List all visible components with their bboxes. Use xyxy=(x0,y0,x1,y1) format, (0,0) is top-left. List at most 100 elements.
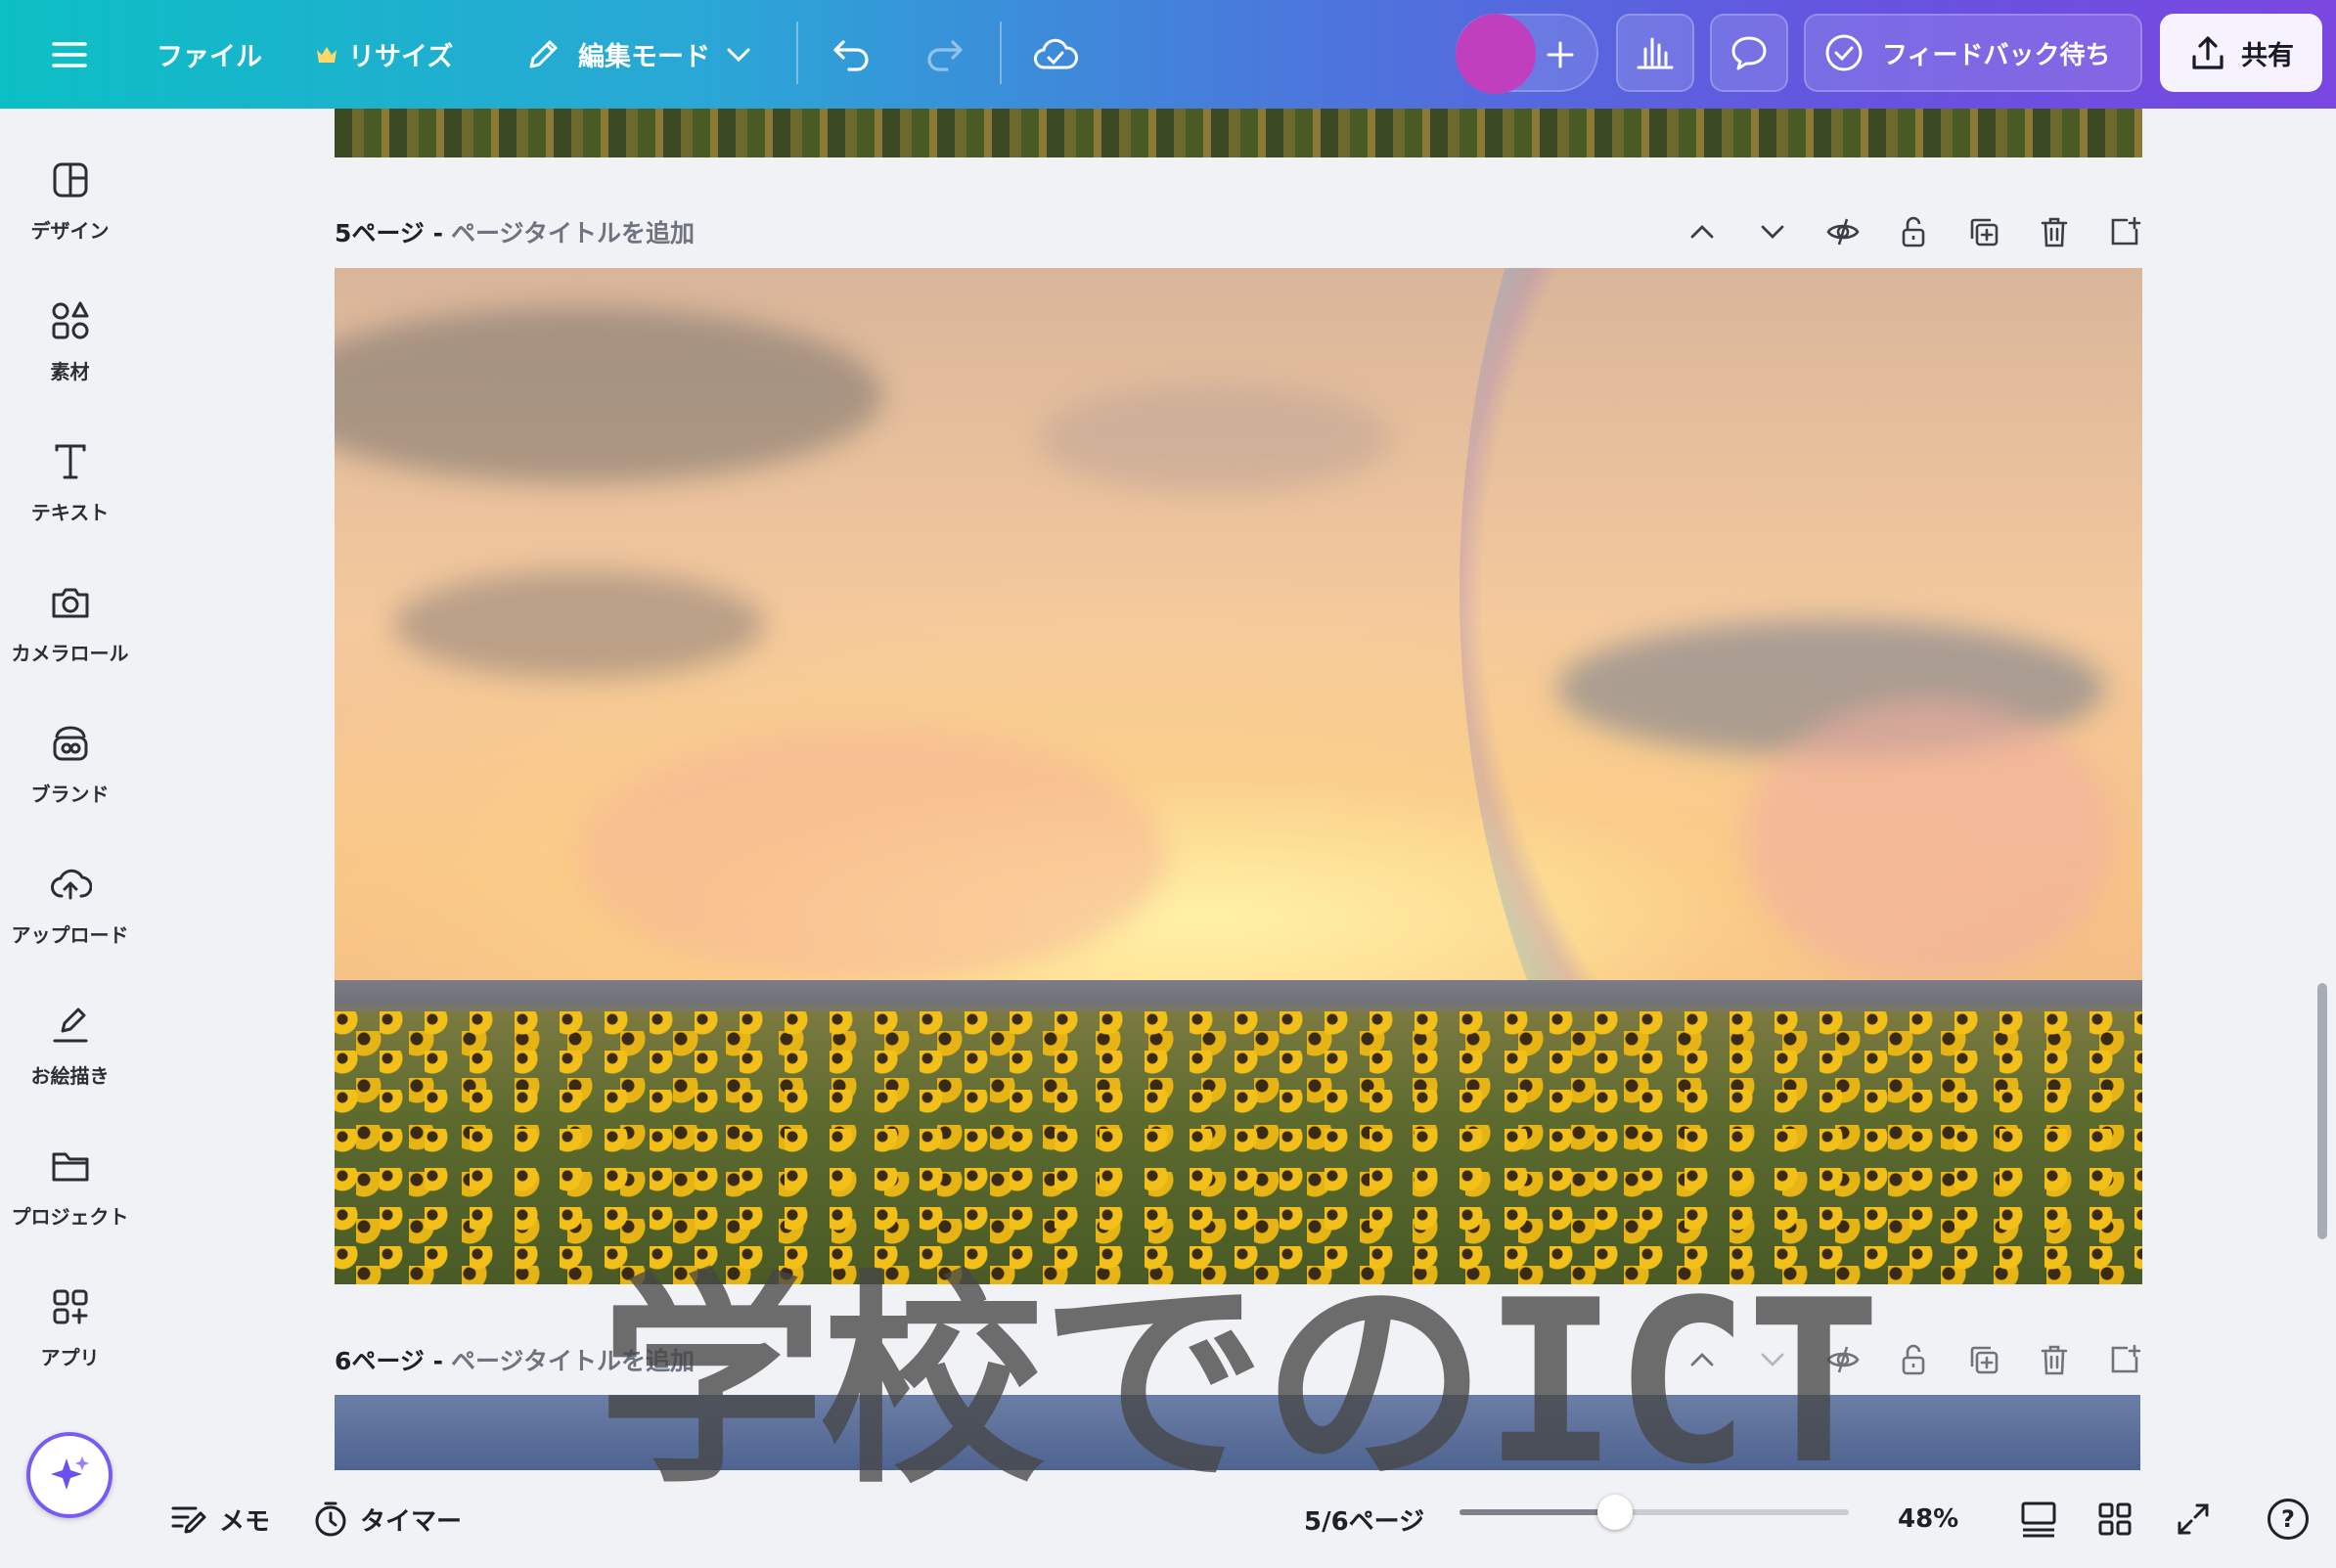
design-icon xyxy=(53,162,87,197)
sidebar-item-label: デザイン xyxy=(30,218,110,243)
sidebar-item-upload[interactable]: アップロード xyxy=(0,841,140,968)
zoom-level-button[interactable]: 48% xyxy=(1898,1470,1958,1568)
notes-button[interactable]: メモ xyxy=(170,1470,270,1568)
hide-eye-icon[interactable] xyxy=(1825,214,1861,249)
notes-icon xyxy=(171,1506,206,1534)
edit-mode-dropdown[interactable]: 編集モード xyxy=(523,0,751,109)
sidebar-item-label: プロジェクト xyxy=(11,1204,129,1229)
cloud xyxy=(1039,385,1391,493)
comment-icon xyxy=(1731,36,1767,70)
fullscreen-button[interactable] xyxy=(2176,1470,2211,1568)
cloud xyxy=(393,571,765,679)
share-upload-icon xyxy=(2192,36,2224,69)
page-number: 5ページ - xyxy=(335,219,443,247)
lock-icon[interactable] xyxy=(1896,1342,1931,1377)
page-4-image-bottom[interactable] xyxy=(335,109,2142,157)
toolbar-divider xyxy=(1000,22,1002,84)
sidebar-item-text[interactable]: テキスト xyxy=(0,419,140,546)
page-toolbar xyxy=(1685,202,2142,261)
add-page-icon[interactable] xyxy=(2107,1342,2142,1377)
sidebar-item-label: アップロード xyxy=(11,922,129,947)
chevron-down-icon[interactable] xyxy=(1755,214,1790,249)
add-page-icon[interactable] xyxy=(2107,214,2142,249)
page-title-input[interactable]: ページタイトルを追加 xyxy=(451,214,695,249)
help-icon: ? xyxy=(2268,1499,2309,1540)
elements-icon xyxy=(52,301,88,338)
vertical-scrollbar[interactable] xyxy=(2317,983,2327,1239)
trash-icon[interactable] xyxy=(2037,214,2072,249)
help-label: ? xyxy=(2281,1505,2295,1533)
page-header-5: 5ページ - ページタイトルを追加 xyxy=(335,202,2142,261)
text-icon xyxy=(55,444,85,478)
timer-icon xyxy=(315,1501,346,1537)
undo-button[interactable] xyxy=(831,0,873,109)
apps-icon xyxy=(53,1289,87,1323)
timer-label: タイマー xyxy=(360,1506,463,1537)
sidebar-item-label: カメラロール xyxy=(11,641,129,665)
avatar[interactable] xyxy=(1456,14,1536,94)
help-button[interactable]: ? xyxy=(2268,1470,2309,1568)
duplicate-icon[interactable] xyxy=(1966,1342,2001,1377)
resize-button[interactable]: リサイズ xyxy=(315,0,453,109)
toolbar-divider xyxy=(796,22,798,84)
pencil-icon xyxy=(529,40,558,67)
undo-icon xyxy=(833,39,869,71)
upload-icon xyxy=(50,869,92,899)
scroll-view-icon xyxy=(2021,1501,2056,1538)
hamburger-icon xyxy=(52,41,87,67)
sidebar-item-design[interactable]: デザイン xyxy=(0,137,140,264)
sidebar-item-draw[interactable]: お絵描き xyxy=(0,982,140,1109)
sidebar-item-label: ブランド xyxy=(30,782,110,806)
page-number: 6ページ - xyxy=(335,1347,443,1375)
redo-button[interactable] xyxy=(923,0,965,109)
magic-assistant-button[interactable] xyxy=(26,1432,112,1518)
watermark-text: 学校でのICT xyxy=(599,1253,1881,1514)
plus-icon xyxy=(1547,41,1574,67)
sidebar-item-label: 素材 xyxy=(50,359,90,383)
duplicate-icon[interactable] xyxy=(1966,214,2001,249)
save-status-button[interactable] xyxy=(1033,0,1078,109)
timer-button[interactable]: タイマー xyxy=(313,1470,462,1568)
sidebar-item-label: テキスト xyxy=(30,500,110,524)
sidebar-item-brand[interactable]: ブランド xyxy=(0,700,140,828)
edit-mode-label: 編集モード xyxy=(578,42,710,72)
expand-icon xyxy=(2178,1503,2209,1535)
feedback-button[interactable]: フィードバック待ち xyxy=(1804,14,2142,92)
sidebar-item-apps[interactable]: アプリ xyxy=(0,1264,140,1391)
chevron-up-icon[interactable] xyxy=(1685,214,1720,249)
folder-icon xyxy=(52,1152,88,1181)
zoom-level-label: 48% xyxy=(1898,1504,1959,1534)
cloud xyxy=(579,728,1166,982)
lock-icon[interactable] xyxy=(1896,214,1931,249)
crown-icon xyxy=(317,46,337,63)
brand-icon xyxy=(53,725,87,760)
chevron-down-icon xyxy=(727,48,750,62)
draw-icon xyxy=(53,1008,87,1042)
sunflower-field xyxy=(335,1011,2142,1284)
top-toolbar: ファイル リサイズ 編集モード フィードバック待ち 共有 xyxy=(0,0,2336,109)
menu-button[interactable] xyxy=(51,0,88,109)
resize-label: リサイズ xyxy=(348,42,454,72)
file-menu-label: ファイル xyxy=(157,42,262,72)
insights-button[interactable] xyxy=(1616,14,1694,92)
redo-icon xyxy=(927,39,963,71)
cloud-check-icon xyxy=(1034,38,1078,68)
sidebar-item-projects[interactable]: プロジェクト xyxy=(0,1123,140,1250)
sidebar-item-elements[interactable]: 素材 xyxy=(0,278,140,405)
file-menu-button[interactable]: ファイル xyxy=(157,0,262,109)
scroll-view-button[interactable] xyxy=(2019,1470,2058,1568)
sidebar-item-camera-roll[interactable]: カメラロール xyxy=(0,560,140,687)
notes-label: メモ xyxy=(219,1506,271,1537)
sidebar-item-label: お絵描き xyxy=(30,1063,110,1088)
grid-view-icon xyxy=(2098,1502,2132,1536)
comments-button[interactable] xyxy=(1710,14,1788,92)
bar-chart-icon xyxy=(1637,37,1674,69)
camera-icon xyxy=(52,588,88,617)
sidebar-item-label: アプリ xyxy=(40,1345,100,1369)
grid-view-button[interactable] xyxy=(2097,1470,2133,1568)
feedback-label: フィードバック待ち xyxy=(1882,40,2111,70)
page-5-sunflower-rainbow-image[interactable] xyxy=(335,268,2142,1284)
trash-icon[interactable] xyxy=(2037,1342,2072,1377)
add-collaborator-button[interactable] xyxy=(1546,0,1575,109)
share-button[interactable]: 共有 xyxy=(2160,14,2322,92)
